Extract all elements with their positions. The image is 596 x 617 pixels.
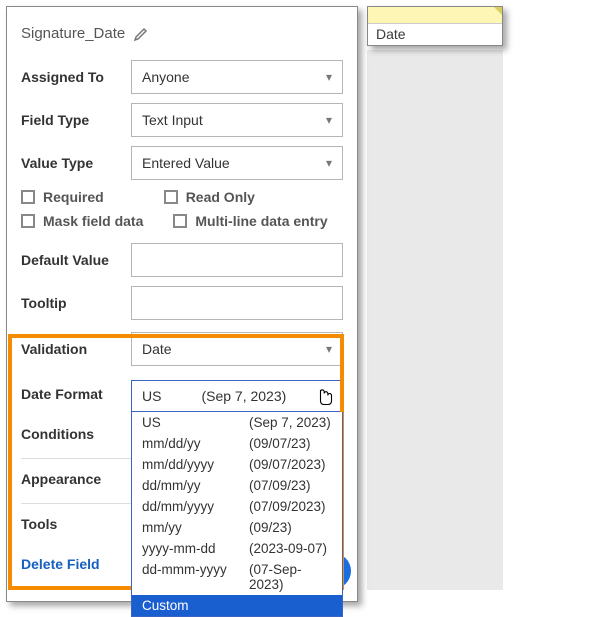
date-format-selected-ex: (Sep 7, 2023) [201, 388, 286, 404]
date-format-display[interactable]: US (Sep 7, 2023) [131, 380, 343, 412]
date-format-selected-fmt: US [142, 388, 161, 404]
checkbox-icon [21, 214, 35, 228]
field-preview: Date [367, 6, 503, 46]
validation-select[interactable]: Date ▾ [131, 332, 343, 366]
date-format-option[interactable]: mm/yy(09/23) [132, 517, 342, 538]
default-value-label: Default Value [21, 252, 131, 268]
preview-label: Date [368, 24, 502, 44]
validation-label: Validation [21, 341, 131, 357]
value-type-select[interactable]: Entered Value ▾ [131, 146, 343, 180]
required-checkbox[interactable]: Required [21, 189, 104, 205]
value-type-value: Entered Value [142, 155, 230, 171]
assigned-to-select[interactable]: Anyone ▾ [131, 60, 343, 94]
edit-name-icon[interactable] [133, 26, 149, 42]
date-format-label: Date Format [21, 380, 131, 402]
field-name-text: Signature_Date [21, 25, 125, 42]
mask-label: Mask field data [43, 213, 143, 229]
delete-field-link[interactable]: Delete Field [21, 556, 100, 572]
value-type-label: Value Type [21, 155, 131, 171]
date-format-dropdown: US(Sep 7, 2023)mm/dd/yy(09/07/23)mm/dd/y… [131, 412, 343, 617]
date-format-option[interactable]: dd/mm/yy(07/09/23) [132, 475, 342, 496]
required-label: Required [43, 189, 104, 205]
date-format-option[interactable]: dd-mmm-yyyy(07-Sep-2023) [132, 559, 342, 595]
validation-value: Date [142, 341, 172, 357]
default-value-input[interactable] [131, 243, 343, 277]
field-type-label: Field Type [21, 112, 131, 128]
properties-panel: Signature_Date Assigned To Anyone ▾ Fiel… [6, 6, 358, 602]
field-type-select[interactable]: Text Input ▾ [131, 103, 343, 137]
tooltip-input[interactable] [131, 286, 343, 320]
readonly-checkbox[interactable]: Read Only [164, 189, 255, 205]
right-gray-column [367, 50, 503, 590]
multiline-label: Multi-line data entry [195, 213, 327, 229]
chevron-down-icon: ▾ [326, 70, 332, 84]
chevron-down-icon: ▾ [326, 342, 332, 356]
mask-checkbox[interactable]: Mask field data [21, 213, 143, 229]
readonly-label: Read Only [186, 189, 255, 205]
assigned-to-label: Assigned To [21, 69, 131, 85]
field-type-value: Text Input [142, 112, 203, 128]
tooltip-label: Tooltip [21, 295, 131, 311]
chevron-down-icon: ▾ [326, 156, 332, 170]
preview-swatch [368, 7, 502, 24]
assigned-to-value: Anyone [142, 69, 189, 85]
date-format-combo[interactable]: US (Sep 7, 2023) US(Sep 7, 2023)mm/dd/yy… [131, 380, 343, 412]
checkbox-icon [21, 190, 35, 204]
date-format-option[interactable]: mm/dd/yy(09/07/23) [132, 433, 342, 454]
checkbox-icon [173, 214, 187, 228]
date-format-option[interactable]: yyyy-mm-dd(2023-09-07) [132, 538, 342, 559]
date-format-option[interactable]: US(Sep 7, 2023) [132, 412, 342, 433]
multiline-checkbox[interactable]: Multi-line data entry [173, 213, 327, 229]
date-format-option[interactable]: dd/mm/yyyy(07/09/2023) [132, 496, 342, 517]
checkbox-icon [164, 190, 178, 204]
date-format-option[interactable]: mm/dd/yyyy(09/07/2023) [132, 454, 342, 475]
chevron-down-icon: ▾ [326, 113, 332, 127]
